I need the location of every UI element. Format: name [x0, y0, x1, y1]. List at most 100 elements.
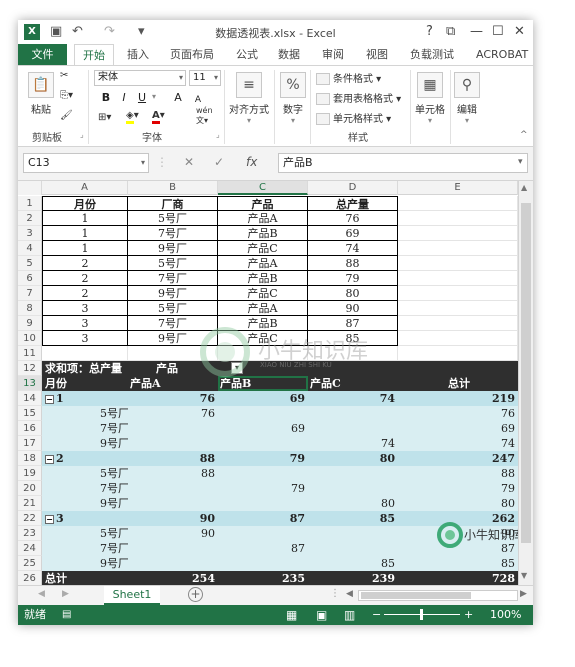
pivot-subtotal-cell[interactable]: 76	[128, 391, 218, 406]
table-cell[interactable]: 85	[308, 331, 398, 346]
scroll-up-icon[interactable]: ▲	[521, 183, 527, 192]
pivot-col-header[interactable]: 产品C	[308, 376, 398, 391]
zoom-level[interactable]: 100%	[490, 605, 521, 625]
pivot-value-cell[interactable]: 76	[128, 406, 218, 421]
pivot-subtotal-cell[interactable]: 90	[128, 511, 218, 526]
row-header[interactable]: 24	[18, 541, 42, 556]
grow-font-button[interactable]: A	[170, 90, 186, 106]
worksheet-grid[interactable]: ABCDE 1 2 3 4 5 6 7 8 9 10 11 12 13 14 15 16 17 18 19 20 21 2…	[18, 181, 518, 585]
font-size-combo[interactable]: 11 ▾	[189, 70, 221, 86]
table-cell[interactable]: 产品A	[218, 256, 308, 271]
row-header[interactable]: 1	[18, 196, 42, 211]
column-filter-button[interactable]: ▾	[231, 362, 243, 374]
format-as-table-button[interactable]: 套用表格格式 ▾	[316, 90, 401, 105]
column-header-b[interactable]: B	[128, 181, 218, 195]
cell[interactable]	[128, 346, 218, 361]
table-header-cell[interactable]: 总产量	[308, 196, 398, 211]
pivot-value-cell[interactable]: 69	[218, 421, 308, 436]
pivot-subtotal-cell[interactable]: 74	[308, 391, 398, 406]
column-header-c[interactable]: C	[218, 181, 308, 195]
pivot-row-field[interactable]: 月份	[42, 376, 128, 391]
pivot-value-cell[interactable]: 74	[308, 436, 398, 451]
cell[interactable]	[398, 301, 518, 316]
tab-file[interactable]: 文件	[18, 44, 67, 66]
pivot-col-header[interactable]: 产品A	[128, 376, 218, 391]
pivot-value-cell[interactable]	[128, 436, 218, 451]
column-header-a[interactable]: A	[42, 181, 128, 195]
pivot-value-cell[interactable]: 79	[398, 481, 518, 496]
format-painter-icon[interactable]: 🖌	[60, 110, 73, 121]
tab-page-layout[interactable]: 页面布局	[170, 44, 214, 66]
horizontal-scrollbar[interactable]	[358, 590, 518, 601]
table-cell[interactable]: 88	[308, 256, 398, 271]
tab-data[interactable]: 数据	[278, 44, 300, 66]
collapse-icon[interactable]: −	[45, 514, 54, 524]
table-cell[interactable]: 90	[308, 301, 398, 316]
pivot-value-cell[interactable]	[128, 556, 218, 571]
pivot-value-cell[interactable]	[308, 526, 398, 541]
pivot-grand-total-label[interactable]: 总计	[42, 571, 128, 585]
editing-button[interactable]: ⚲ 编辑 ▾	[452, 72, 482, 125]
number-format-button[interactable]: % 数字 ▾	[278, 72, 308, 125]
pivot-value-cell[interactable]: 80	[308, 496, 398, 511]
pivot-month-label[interactable]: −1	[42, 391, 128, 406]
cell[interactable]	[398, 196, 518, 211]
cell[interactable]	[398, 256, 518, 271]
scroll-thumb[interactable]	[361, 592, 471, 599]
pivot-subtotal-cell[interactable]: 79	[218, 451, 308, 466]
close-icon[interactable]: ✕	[514, 23, 525, 41]
cell[interactable]	[398, 331, 518, 346]
cell[interactable]	[398, 316, 518, 331]
cut-icon[interactable]: ✂	[60, 70, 68, 81]
pivot-month-label[interactable]: −3	[42, 511, 128, 526]
pivot-value-cell[interactable]	[308, 481, 398, 496]
row-header[interactable]: 17	[18, 436, 42, 451]
row-header[interactable]: 21	[18, 496, 42, 511]
pivot-value-cell[interactable]	[308, 466, 398, 481]
pivot-value-cell[interactable]	[128, 421, 218, 436]
cell[interactable]	[42, 346, 128, 361]
scroll-right-icon[interactable]: ▶	[520, 589, 527, 599]
tab-split-icon[interactable]: ⋮	[330, 588, 340, 599]
font-name-combo[interactable]: 宋体 ▾	[94, 70, 186, 86]
underline-button[interactable]: U	[134, 90, 150, 106]
chevron-down-icon[interactable]: ▾	[152, 92, 156, 101]
table-cell[interactable]: 产品B	[218, 271, 308, 286]
zoom-out-icon[interactable]: −	[372, 605, 381, 625]
table-cell[interactable]: 5号厂	[128, 211, 218, 226]
table-cell[interactable]: 87	[308, 316, 398, 331]
cell[interactable]	[398, 226, 518, 241]
table-cell[interactable]: 80	[308, 286, 398, 301]
table-cell[interactable]: 产品B	[218, 316, 308, 331]
cell[interactable]	[398, 241, 518, 256]
row-header[interactable]: 6	[18, 271, 42, 286]
table-cell[interactable]: 2	[42, 286, 128, 301]
ribbon-display-icon[interactable]: ⧉	[446, 23, 455, 41]
pivot-value-cell[interactable]: 88	[398, 466, 518, 481]
row-header[interactable]: 5	[18, 256, 42, 271]
copy-icon[interactable]: ⎘▾	[60, 90, 73, 101]
pivot-value-cell[interactable]	[308, 406, 398, 421]
table-cell[interactable]: 3	[42, 301, 128, 316]
row-header[interactable]: 8	[18, 301, 42, 316]
clipboard-launcher-icon[interactable]: ⌟	[80, 130, 84, 139]
row-header[interactable]: 3	[18, 226, 42, 241]
pivot-value-cell[interactable]	[308, 421, 398, 436]
next-sheet-icon[interactable]: ▶	[62, 589, 69, 599]
pivot-grand-total-cell[interactable]: 254	[128, 571, 218, 585]
pivot-grand-total-cell[interactable]: 239	[308, 571, 398, 585]
pivot-value-cell[interactable]	[218, 556, 308, 571]
select-all-corner[interactable]	[18, 181, 42, 195]
pivot-value-cell[interactable]: 79	[218, 481, 308, 496]
pivot-value-cell[interactable]: 69	[398, 421, 518, 436]
cell[interactable]	[398, 346, 518, 361]
table-cell[interactable]: 7号厂	[128, 316, 218, 331]
pivot-value-cell[interactable]	[128, 481, 218, 496]
table-cell[interactable]: 产品A	[218, 211, 308, 226]
table-cell[interactable]: 产品C	[218, 331, 308, 346]
row-header[interactable]: 2	[18, 211, 42, 226]
row-header[interactable]: 20	[18, 481, 42, 496]
tab-acrobat[interactable]: ACROBAT	[476, 44, 528, 66]
sheet-tab-sheet1[interactable]: Sheet1	[104, 586, 160, 605]
row-header[interactable]: 16	[18, 421, 42, 436]
